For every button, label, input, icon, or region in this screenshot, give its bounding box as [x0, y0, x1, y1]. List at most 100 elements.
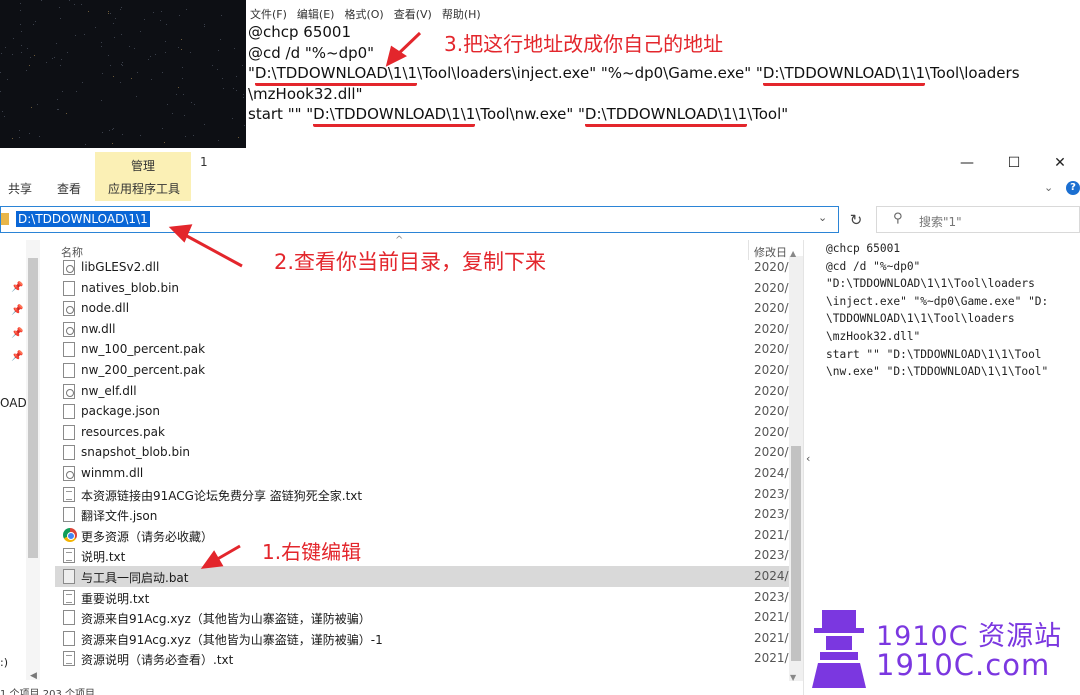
- pin-icon[interactable]: 📌: [11, 305, 23, 316]
- close-button[interactable]: ✕: [1045, 152, 1075, 174]
- file-date: 2020/: [754, 363, 789, 377]
- pin-icon[interactable]: 📌: [11, 351, 23, 362]
- file-row[interactable]: nw_200_percent.pak 2020/: [55, 360, 790, 381]
- minimize-button[interactable]: —: [952, 152, 982, 174]
- maximize-button[interactable]: ☐: [999, 152, 1029, 174]
- notepad-window: 文件(F) 编辑(E) 格式(O) 查看(V) 帮助(H) @chcp 6500…: [246, 0, 1080, 148]
- file-row[interactable]: 资源说明（请务必查看）.txt 2021/: [55, 648, 790, 667]
- nav-item-folder[interactable]: OAD: [0, 396, 27, 410]
- menu-file[interactable]: 文件(F): [250, 6, 287, 22]
- file-row[interactable]: 资源来自91Acg.xyz（其他皆为山寨盗链，谨防被骗）-1 2021/: [55, 628, 790, 649]
- scroll-up-icon[interactable]: ▲: [790, 249, 796, 258]
- file-row[interactable]: resources.pak 2020/: [55, 422, 790, 443]
- pin-icon[interactable]: 📌: [11, 328, 23, 339]
- file-date: 2023/: [754, 507, 789, 522]
- chevron-left-icon[interactable]: ‹: [806, 452, 810, 465]
- file-row[interactable]: snapshot_blob.bin 2020/: [55, 442, 790, 463]
- tab-view[interactable]: 查看: [57, 180, 81, 197]
- file-name: 重要说明.txt: [81, 591, 150, 606]
- menu-help[interactable]: 帮助(H): [442, 6, 481, 22]
- file-list-scrollbar-thumb[interactable]: [791, 446, 801, 661]
- file-row[interactable]: 资源来自91Acg.xyz（其他皆为山寨盗链，谨防被骗） 2021/: [55, 607, 790, 628]
- file-row[interactable]: winmm.dll 2024/: [55, 463, 790, 484]
- path-highlight: D:\TDDOWNLOAD\1\1: [762, 64, 925, 86]
- pin-icon[interactable]: 📌: [11, 282, 23, 293]
- file-name: 更多资源（请务必收藏）: [81, 529, 214, 544]
- file-icon: [63, 363, 75, 378]
- chevron-down-icon[interactable]: ⌄: [818, 211, 827, 224]
- file-row[interactable]: nw.dll 2020/: [55, 319, 790, 340]
- file-name: winmm.dll: [81, 466, 144, 480]
- menu-format[interactable]: 格式(O): [344, 6, 383, 22]
- refresh-button[interactable]: ↻: [844, 208, 868, 232]
- file-icon: [63, 507, 75, 523]
- address-bar[interactable]: D:\TDDOWNLOAD\1\1 ⌄: [0, 206, 839, 233]
- tab-manage[interactable]: 管理: [95, 157, 191, 174]
- chevron-down-icon[interactable]: ⌄: [1044, 181, 1053, 194]
- preview-pane: @chcp 65001 @cd /d "%~dp0" "D:\TDDOWNLOAD\…: [826, 240, 1080, 440]
- file-row[interactable]: package.json 2020/: [55, 401, 790, 422]
- file-date: 2021/: [754, 630, 789, 645]
- file-row[interactable]: nw_100_percent.pak 2020/: [55, 339, 790, 360]
- file-name: nw_100_percent.pak: [81, 342, 206, 357]
- file-icon: [63, 404, 75, 420]
- address-text[interactable]: D:\TDDOWNLOAD\1\1: [16, 211, 150, 227]
- scroll-down-icon[interactable]: ▼: [790, 673, 796, 682]
- dll-file-icon: [63, 301, 75, 317]
- file-icon: [63, 548, 75, 564]
- file-icon: [63, 486, 75, 502]
- menu-view[interactable]: 查看(V): [394, 6, 432, 22]
- file-row[interactable]: 说明.txt 2023/: [55, 545, 790, 566]
- file-row[interactable]: 本资源链接由91ACG论坛免费分享 盗链狗死全家.txt 2023/: [55, 484, 790, 505]
- desktop-background: [0, 0, 246, 148]
- file-explorer-window: 管理 共享 查看 应用程序工具 1 — ☐ ✕ ⌄ ? D:\TDDOWNLOA…: [0, 148, 1080, 695]
- tab-app-tools[interactable]: 应用程序工具: [108, 180, 180, 197]
- dll-file-icon: [63, 321, 75, 337]
- chrome-icon: [63, 527, 77, 542]
- file-date: 2020/: [754, 342, 789, 357]
- file-name: 本资源链接由91ACG论坛免费分享 盗链狗死全家.txt: [81, 488, 363, 503]
- dll-file-icon: [63, 260, 75, 275]
- preview-line: \nw.exe" "D:\TDDOWNLOAD\1\1\Tool": [826, 365, 1049, 379]
- path-highlight: D:\TDDOWNLOAD\1\1: [254, 64, 418, 86]
- file-name: libGLESv2.dll: [81, 260, 160, 274]
- annotation-step2: 2.查看你当前目录，复制下来: [274, 250, 547, 274]
- file-date: 2020/: [754, 321, 789, 336]
- file-date: 2020/: [754, 424, 789, 439]
- file-date: 2020/: [754, 404, 789, 419]
- dll-file-icon: [63, 466, 75, 481]
- file-icon: [63, 445, 75, 461]
- file-row[interactable]: node.dll 2020/: [55, 298, 790, 319]
- file-name: nw.dll: [81, 321, 116, 336]
- file-row[interactable]: 重要说明.txt 2023/: [55, 587, 790, 608]
- folder-icon: [1, 213, 9, 225]
- file-date: 2020/: [754, 445, 789, 460]
- menu-edit[interactable]: 编辑(E): [297, 6, 335, 22]
- path-highlight: D:\TDDOWNLOAD\1\1: [584, 105, 748, 127]
- file-name: package.json: [81, 404, 161, 419]
- annotation-step3: 3.把这行地址改成你自己的地址: [444, 32, 724, 56]
- file-date: 2021/: [754, 651, 789, 666]
- file-row[interactable]: nw_elf.dll 2020/: [55, 381, 790, 402]
- file-row[interactable]: 更多资源（请务必收藏） 2021/: [55, 525, 790, 546]
- tab-share[interactable]: 共享: [8, 180, 32, 197]
- file-date: 2020/: [754, 301, 789, 316]
- file-row[interactable]: natives_blob.bin 2020/: [55, 278, 790, 299]
- nav-scrollbar-thumb[interactable]: [28, 258, 38, 558]
- watermark-logo: [812, 610, 866, 688]
- file-row[interactable]: 翻译文件.json 2023/: [55, 504, 790, 525]
- file-row[interactable]: 与工具一同启动.bat 2024/: [55, 566, 790, 587]
- file-name: 资源来自91Acg.xyz（其他皆为山寨盗链，谨防被骗）-1: [81, 632, 383, 647]
- annotation-step1: 1.右键编辑: [262, 540, 362, 564]
- file-name: snapshot_blob.bin: [81, 445, 191, 460]
- window-title: 1: [200, 155, 208, 169]
- nav-item-drive[interactable]: :): [0, 656, 8, 669]
- search-input[interactable]: ⚲ 搜索"1": [876, 206, 1080, 233]
- file-date: 2023/: [754, 486, 789, 501]
- file-name: nw_elf.dll: [81, 383, 137, 398]
- file-name: node.dll: [81, 301, 130, 316]
- help-icon[interactable]: ?: [1066, 181, 1080, 195]
- file-date: 2020/: [754, 383, 789, 398]
- scroll-left-icon[interactable]: ◀: [30, 671, 37, 681]
- file-name: resources.pak: [81, 424, 165, 439]
